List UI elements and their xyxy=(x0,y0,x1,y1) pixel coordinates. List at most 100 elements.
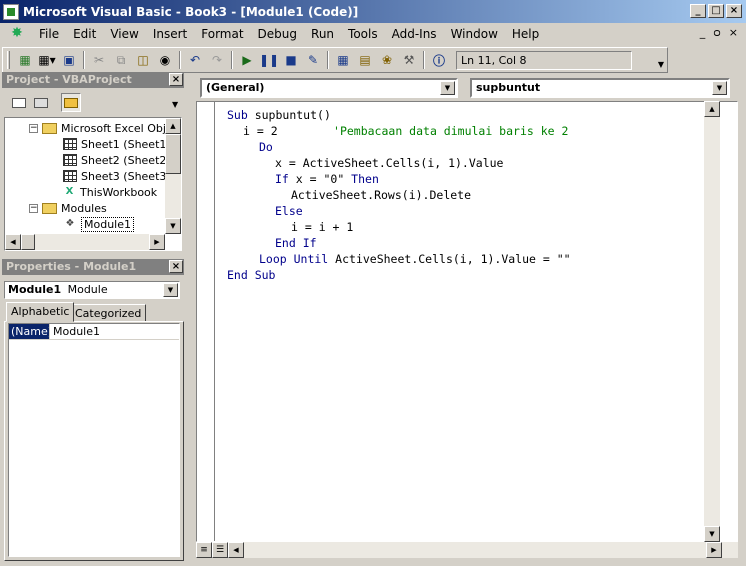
scroll-thumb[interactable] xyxy=(21,234,35,250)
object-browser-icon[interactable]: ❀ xyxy=(376,50,398,70)
save-icon[interactable]: ▣ xyxy=(58,50,80,70)
scroll-thumb[interactable] xyxy=(165,134,181,174)
project-panel-close-button[interactable]: × xyxy=(169,73,183,86)
project-tree: − Microsoft Excel Objec Sheet1 (Sheet1) … xyxy=(4,117,182,251)
code-text: x = "0" xyxy=(295,172,352,186)
scroll-left-icon[interactable]: ◀ xyxy=(5,234,21,250)
menu-window[interactable]: Window xyxy=(444,27,505,41)
menu-run[interactable]: Run xyxy=(304,27,341,41)
cut-icon[interactable]: ✂ xyxy=(88,50,110,70)
menu-add-ins[interactable]: Add-Ins xyxy=(385,27,444,41)
code-line[interactable]: x = ActiveSheet.Cells(i, 1).Value xyxy=(275,155,503,171)
copy-icon[interactable]: ⧉ xyxy=(110,50,132,70)
view-object-button[interactable] xyxy=(31,93,51,112)
toolbar-grip[interactable] xyxy=(7,51,10,69)
mdi-restore-button[interactable]: ᴑ xyxy=(713,26,721,39)
minimize-button[interactable]: _ xyxy=(690,4,706,18)
procedure-view-icon[interactable]: ≡ xyxy=(196,542,212,558)
mdi-minimize-button[interactable]: _ xyxy=(700,26,706,39)
code-line[interactable]: Do xyxy=(259,139,273,155)
code-margin-indicator-bar[interactable] xyxy=(197,102,215,541)
view-code-button[interactable] xyxy=(9,93,29,112)
full-module-view-icon[interactable]: ☰ xyxy=(212,542,228,558)
reset-icon[interactable]: ■ xyxy=(280,50,302,70)
scroll-up-icon[interactable]: ▲ xyxy=(165,118,181,134)
scroll-down-icon[interactable]: ▼ xyxy=(704,526,720,542)
scroll-right-icon[interactable]: ▶ xyxy=(706,542,722,558)
scroll-down-icon[interactable]: ▼ xyxy=(165,218,181,234)
collapse-icon[interactable]: − xyxy=(29,203,38,213)
project-toolbar-more-icon[interactable]: ▼ xyxy=(172,100,178,109)
scroll-right-icon[interactable]: ▶ xyxy=(149,234,165,250)
tree-item-excel-objects[interactable]: − Microsoft Excel Objec xyxy=(29,120,179,136)
redo-icon[interactable]: ↷ xyxy=(206,50,228,70)
menu-file[interactable]: File xyxy=(32,27,66,41)
code-keyword: If xyxy=(275,172,296,186)
code-line[interactable]: End Sub xyxy=(227,267,275,283)
code-keyword: End Sub xyxy=(227,268,276,282)
tree-item-thisworkbook[interactable]: X ThisWorkbook xyxy=(63,184,158,200)
undo-icon[interactable]: ↶ xyxy=(184,50,206,70)
mdi-close-button[interactable]: × xyxy=(729,26,738,39)
close-button[interactable]: × xyxy=(726,4,742,18)
property-row[interactable]: (Name) Module1 xyxy=(9,324,179,340)
code-line[interactable]: Loop Until ActiveSheet.Cells(i, 1).Value… xyxy=(259,251,571,267)
view-excel-icon[interactable]: ▦ xyxy=(14,50,36,70)
chevron-down-icon[interactable]: ▼ xyxy=(163,283,178,297)
view-object-icon xyxy=(34,97,48,108)
menu-format[interactable]: Format xyxy=(194,27,250,41)
object-selector-dropdown[interactable]: Module1 Module ▼ xyxy=(4,281,180,299)
tree-item-sheet1[interactable]: Sheet1 (Sheet1) xyxy=(63,136,171,152)
menu-tools[interactable]: Tools xyxy=(341,27,385,41)
scroll-left-icon[interactable]: ◀ xyxy=(228,542,244,558)
design-mode-icon[interactable]: ✎ xyxy=(302,50,324,70)
procedure-dropdown[interactable]: supbuntut ▼ xyxy=(470,78,730,98)
menu-edit[interactable]: Edit xyxy=(66,27,103,41)
property-value[interactable]: Module1 xyxy=(49,324,103,339)
menu-help[interactable]: Help xyxy=(505,27,546,41)
properties-panel-close-button[interactable]: × xyxy=(169,260,183,273)
insert-module-icon[interactable]: ▦▾ xyxy=(36,50,58,70)
menu-view[interactable]: View xyxy=(103,27,145,41)
tree-item-sheet2[interactable]: Sheet2 (Sheet2) xyxy=(63,152,171,168)
properties-window-icon[interactable]: ▤ xyxy=(354,50,376,70)
chevron-down-icon[interactable]: ▼ xyxy=(440,81,455,95)
code-text: ActiveSheet.Cells(i, 1).Value = "" xyxy=(335,252,571,266)
help-icon[interactable]: ⓘ xyxy=(428,50,450,70)
code-line[interactable]: ActiveSheet.Rows(i).Delete xyxy=(291,187,471,203)
project-tree-hscrollbar[interactable]: ◀ ▶ xyxy=(5,234,165,250)
break-icon[interactable]: ❚❚ xyxy=(258,50,280,70)
tree-item-label: Module1 xyxy=(81,216,134,232)
chevron-down-icon[interactable]: ▼ xyxy=(712,81,727,95)
collapse-icon[interactable]: − xyxy=(29,123,38,133)
code-keyword: End If xyxy=(275,236,317,250)
project-tree-vscrollbar[interactable]: ▲ ▼ xyxy=(165,118,181,234)
object-dropdown[interactable]: (General) ▼ xyxy=(200,78,458,98)
tree-item-modules[interactable]: − Modules xyxy=(29,200,107,216)
code-line[interactable]: If x = "0" Then xyxy=(275,171,379,187)
toggle-folders-button[interactable] xyxy=(61,93,81,112)
tab-categorized[interactable]: Categorized xyxy=(70,304,147,322)
find-icon[interactable]: ◉ xyxy=(154,50,176,70)
toolbar-options-icon[interactable]: ▼ xyxy=(655,48,667,72)
toolbox-icon[interactable]: ⚒ xyxy=(398,50,420,70)
run-icon[interactable]: ▶ xyxy=(236,50,258,70)
menu-insert[interactable]: Insert xyxy=(146,27,194,41)
code-vscrollbar[interactable]: ▲ ▼ xyxy=(704,101,720,542)
project-explorer-icon[interactable]: ▦ xyxy=(332,50,354,70)
scroll-up-icon[interactable]: ▲ xyxy=(704,101,720,117)
code-line[interactable]: i = 2 'Pembacaan data dimulai baris ke 2 xyxy=(243,123,568,139)
maximize-button[interactable]: □ xyxy=(708,4,724,18)
tree-item-label: Sheet2 (Sheet2) xyxy=(81,153,171,167)
code-line[interactable]: Sub supbuntut() xyxy=(227,107,331,123)
code-line[interactable]: i = i + 1 xyxy=(291,219,353,235)
menu-debug[interactable]: Debug xyxy=(251,27,304,41)
tree-item-sheet3[interactable]: Sheet3 (Sheet3) xyxy=(63,168,171,184)
code-editor[interactable]: Sub supbuntut() i = 2 'Pembacaan data dim… xyxy=(196,101,738,542)
tab-alphabetic[interactable]: Alphabetic xyxy=(6,302,75,322)
code-line[interactable]: End If xyxy=(275,235,317,251)
tree-item-label: Sheet1 (Sheet1) xyxy=(81,137,171,151)
paste-icon[interactable]: ◫ xyxy=(132,50,154,70)
tree-item-module1[interactable]: ❖ Module1 xyxy=(63,216,134,232)
code-line[interactable]: Else xyxy=(275,203,303,219)
